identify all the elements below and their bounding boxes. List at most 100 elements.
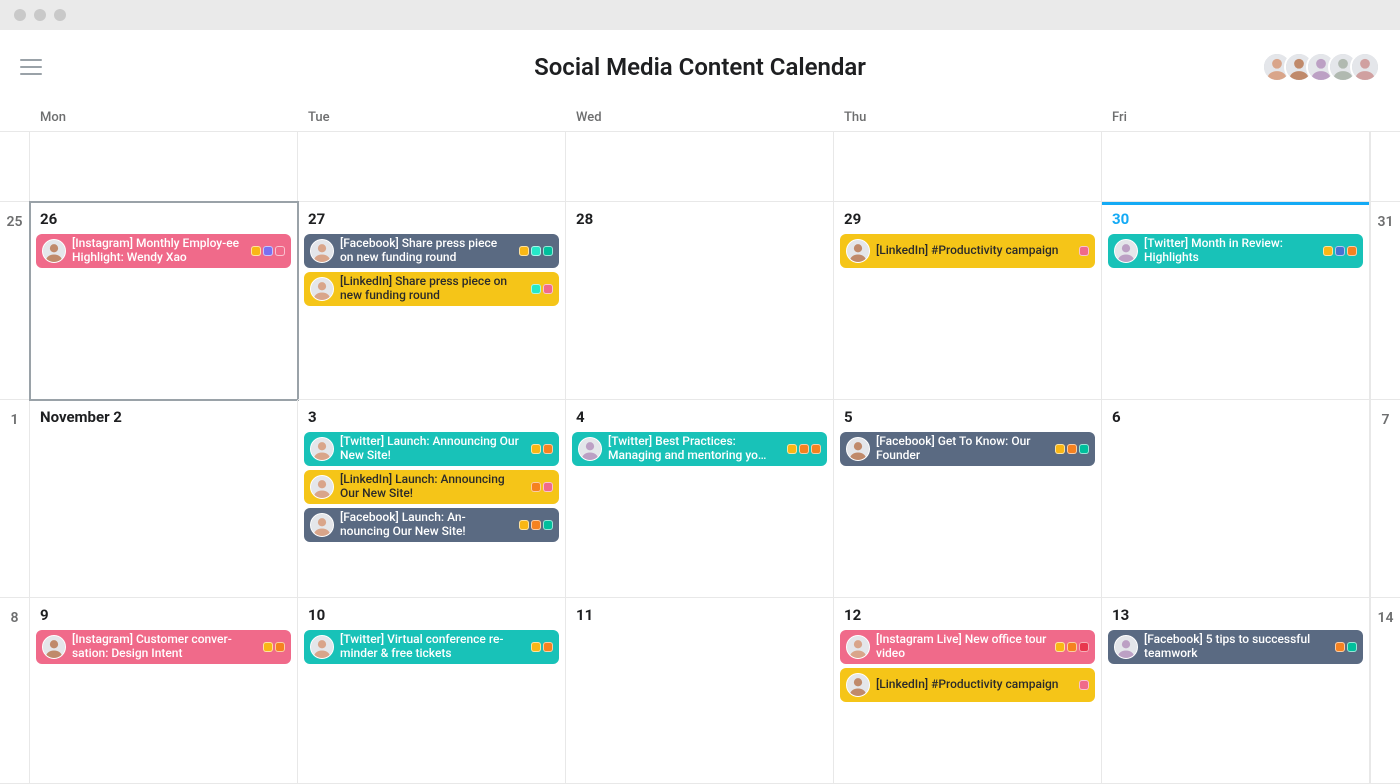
page-title: Social Media Content Calendar [534, 53, 866, 81]
day-number: 27 [304, 210, 559, 228]
assignee-avatar [578, 437, 602, 461]
calendar-day-cell[interactable]: 9[Instagram] Customer conver-sation: Des… [30, 598, 298, 784]
day-number: 29 [840, 210, 1095, 228]
event-tags [1079, 680, 1089, 690]
day-number: 3 [304, 408, 559, 426]
event-title: [Twitter] Month in Review: Highlights [1144, 237, 1317, 265]
weekday-mon: Mon [30, 110, 298, 125]
week-edge-right: 31 [1370, 202, 1400, 400]
day-number: 5 [840, 408, 1095, 426]
calendar-week-row: 89[Instagram] Customer conver-sation: De… [0, 598, 1400, 784]
calendar-day-cell[interactable] [834, 132, 1102, 202]
tag-chip [1079, 680, 1089, 690]
day-number: 11 [572, 606, 827, 624]
tag-chip [543, 444, 553, 454]
weekday-thu: Thu [834, 110, 1102, 125]
tag-chip [531, 444, 541, 454]
window-minimize-button[interactable] [34, 9, 46, 21]
window-close-button[interactable] [14, 9, 26, 21]
tag-chip [275, 246, 285, 256]
calendar-day-cell[interactable]: 11 [566, 598, 834, 784]
calendar-day-cell[interactable]: November 2 [30, 400, 298, 598]
calendar-event[interactable]: [Facebook] Share press piece on new fund… [304, 234, 559, 268]
calendar-day-cell[interactable]: 5 [Facebook] Get To Know: Our Founder [834, 400, 1102, 598]
avatar[interactable] [1350, 52, 1380, 82]
tag-chip [1079, 444, 1089, 454]
calendar-day-cell[interactable]: 3 [Twitter] Launch: Announcing Our New Si… [298, 400, 566, 598]
assignee-avatar [310, 635, 334, 659]
tag-chip [531, 246, 541, 256]
calendar-event[interactable]: [Instagram] Customer conver-sation: Desi… [36, 630, 291, 664]
calendar-event[interactable]: [Twitter] Month in Review: Highlights [1108, 234, 1363, 268]
tag-chip [519, 520, 529, 530]
tag-chip [531, 482, 541, 492]
calendar-grid: 2526[Instagram] Monthly Employ-ee Highli… [0, 131, 1400, 784]
event-tags [531, 444, 553, 454]
event-title: [Twitter] Virtual conference re-minder &… [340, 633, 525, 661]
calendar-event[interactable]: [Instagram] Monthly Employ-ee Highlight:… [36, 234, 291, 268]
event-title: [LinkedIn] Share press piece on new fund… [340, 275, 525, 303]
calendar-week-row: 2526[Instagram] Monthly Employ-ee Highli… [0, 202, 1400, 400]
day-number: 26 [36, 210, 291, 228]
calendar-day-cell[interactable]: 28 [566, 202, 834, 400]
calendar-event[interactable]: [Facebook] 5 tips to successful teamwork [1108, 630, 1363, 664]
assignee-avatar [846, 673, 870, 697]
calendar-day-cell[interactable] [566, 132, 834, 202]
calendar-day-cell[interactable]: 30[Twitter] Month in Review: Highlights [1102, 202, 1370, 400]
tag-chip [1323, 246, 1333, 256]
day-number: November 2 [36, 408, 291, 426]
calendar-day-cell[interactable]: 12 [Instagram Live] New office tour video… [834, 598, 1102, 784]
tag-chip [251, 246, 261, 256]
event-title: [Facebook] Get To Know: Our Founder [876, 435, 1049, 463]
calendar-event[interactable]: [LinkedIn] #Productivity campaign [840, 668, 1095, 702]
calendar-event[interactable]: [LinkedIn] Launch: Announcing Our New Si… [304, 470, 559, 504]
day-number: 12 [840, 606, 1095, 624]
weekday-fri: Fri [1102, 110, 1370, 125]
week-edge-right [1370, 132, 1400, 202]
calendar-day-cell[interactable]: 13 [Facebook] 5 tips to successful teamwo… [1102, 598, 1370, 784]
calendar-event[interactable]: [Facebook] Launch: An-nouncing Our New S… [304, 508, 559, 542]
menu-icon[interactable] [20, 59, 42, 75]
calendar-day-cell[interactable]: 29 [LinkedIn] #Productivity campaign [834, 202, 1102, 400]
calendar-event[interactable]: [LinkedIn] Share press piece on new fund… [304, 272, 559, 306]
window-zoom-button[interactable] [54, 9, 66, 21]
event-tags [251, 246, 285, 256]
tag-chip [519, 246, 529, 256]
tag-chip [1067, 444, 1077, 454]
tag-chip [531, 520, 541, 530]
calendar-day-cell[interactable]: 10[Twitter] Virtual conference re-minder… [298, 598, 566, 784]
event-title: [Facebook] Share press piece on new fund… [340, 237, 513, 265]
event-tags [787, 444, 821, 454]
calendar-day-cell[interactable]: 27 [Facebook] Share press piece on new fu… [298, 202, 566, 400]
tag-chip [543, 520, 553, 530]
calendar-event[interactable]: [Twitter] Launch: Announcing Our New Sit… [304, 432, 559, 466]
calendar-event[interactable]: [Facebook] Get To Know: Our Founder [840, 432, 1095, 466]
calendar-day-cell[interactable] [1102, 132, 1370, 202]
collaborator-avatars[interactable] [1270, 52, 1380, 82]
event-tags [1335, 642, 1357, 652]
calendar-event[interactable]: [Twitter] Best Practices: Managing and m… [572, 432, 827, 466]
assignee-avatar [1114, 635, 1138, 659]
assignee-avatar [846, 635, 870, 659]
assignee-avatar [42, 635, 66, 659]
assignee-avatar [1114, 239, 1138, 263]
day-number: 13 [1108, 606, 1363, 624]
calendar-day-cell[interactable]: 26 [Instagram] Monthly Employ-ee Highligh… [30, 202, 298, 400]
tag-chip [1067, 642, 1077, 652]
calendar-event[interactable]: [LinkedIn] #Productivity campaign [840, 234, 1095, 268]
tag-chip [799, 444, 809, 454]
assignee-avatar [310, 513, 334, 537]
calendar-event[interactable]: [Twitter] Virtual conference re-minder &… [304, 630, 559, 664]
calendar-day-cell[interactable]: 4[Twitter] Best Practices: Managing and … [566, 400, 834, 598]
event-title: [Facebook] Launch: An-nouncing Our New S… [340, 511, 513, 539]
event-tags [1055, 642, 1089, 652]
calendar-day-cell[interactable] [30, 132, 298, 202]
event-tags [1055, 444, 1089, 454]
event-title: [Twitter] Launch: Announcing Our New Sit… [340, 435, 525, 463]
tag-chip [275, 642, 285, 652]
calendar-day-cell[interactable]: 6 [1102, 400, 1370, 598]
calendar-event[interactable]: [Instagram Live] New office tour video [840, 630, 1095, 664]
tag-chip [1055, 444, 1065, 454]
calendar-day-cell[interactable] [298, 132, 566, 202]
assignee-avatar [846, 239, 870, 263]
